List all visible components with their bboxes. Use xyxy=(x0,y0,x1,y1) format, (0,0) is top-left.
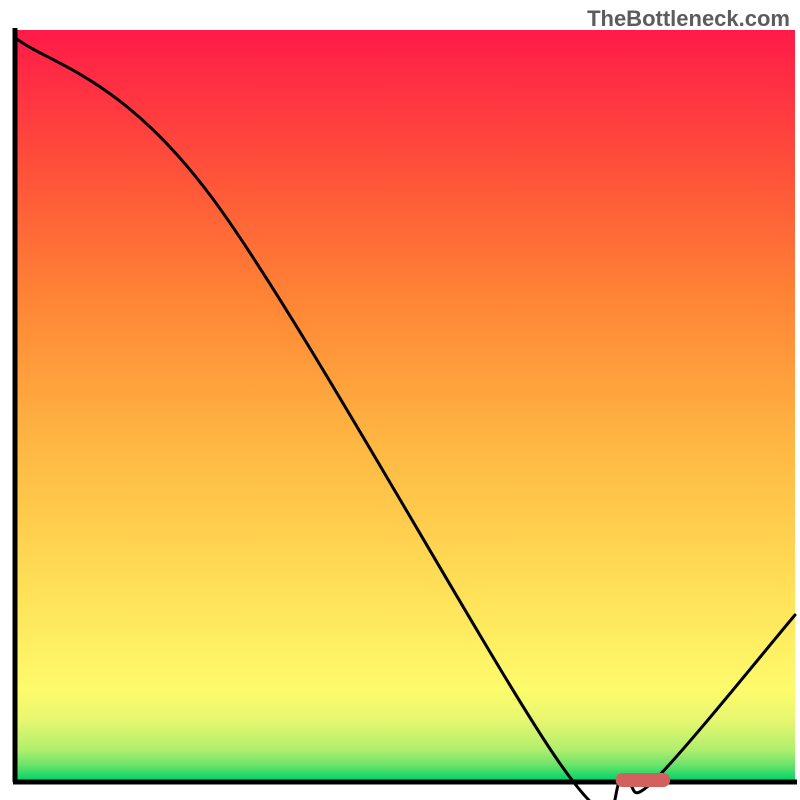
target-marker xyxy=(616,773,671,787)
bottleneck-chart xyxy=(0,0,800,800)
chart-container: { "watermark": "TheBottleneck.com", "cha… xyxy=(0,0,800,800)
plot-background xyxy=(15,30,795,780)
